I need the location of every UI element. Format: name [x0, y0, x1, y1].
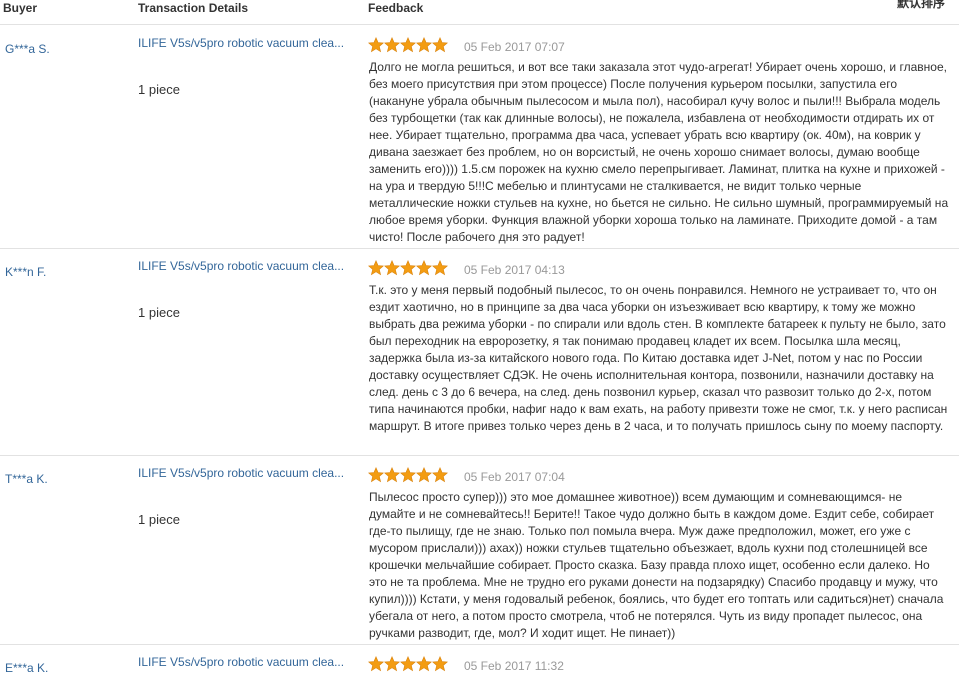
table-header: Buyer Transaction Details Feedback 默认排序 — [0, 0, 959, 25]
star-icon — [400, 467, 416, 483]
sort-default-link[interactable]: 默认排序 — [897, 0, 945, 11]
star-icon — [400, 37, 416, 53]
review-date: 05 Feb 2017 04:13 — [464, 263, 565, 277]
review-row: E***a K. ILIFE V5s/v5pro robotic vacuum c… — [0, 644, 959, 684]
column-header-transaction: Transaction Details — [138, 1, 249, 15]
star-icon — [368, 260, 384, 276]
star-icon — [432, 260, 448, 276]
feedback-text: Т.к. это у меня первый подобный пылесос,… — [369, 283, 948, 433]
star-icon — [432, 467, 448, 483]
star-icon — [416, 260, 432, 276]
star-icon — [384, 260, 400, 276]
review-date: 05 Feb 2017 07:07 — [464, 40, 565, 54]
star-icon — [368, 656, 384, 672]
buyer-name: K***n F. — [5, 265, 47, 279]
star-rating — [368, 260, 448, 276]
quantity: 1 piece — [138, 305, 180, 320]
buyer-name: T***a K. — [5, 472, 48, 486]
column-header-feedback: Feedback — [368, 1, 424, 15]
star-rating — [368, 467, 448, 483]
column-header-buyer: Buyer — [3, 1, 38, 15]
star-icon — [416, 467, 432, 483]
star-icon — [368, 37, 384, 53]
review-row: T***a K. ILIFE V5s/v5pro robotic vacuum c… — [0, 455, 959, 645]
review-date: 05 Feb 2017 07:04 — [464, 470, 565, 484]
star-icon — [384, 656, 400, 672]
buyer-name: E***a K. — [5, 661, 49, 675]
star-rating — [368, 656, 448, 672]
star-icon — [384, 37, 400, 53]
quantity: 1 piece — [138, 82, 180, 97]
product-link[interactable]: ILIFE V5s/v5pro robotic vacuum clea... — [138, 36, 344, 50]
review-row: G***a S. ILIFE V5s/v5pro robotic vacuum c… — [0, 25, 959, 249]
star-rating — [368, 37, 448, 53]
feedback-text: Пылесос просто супер))) это мое домашнее… — [369, 490, 944, 640]
product-link[interactable]: ILIFE V5s/v5pro robotic vacuum clea... — [138, 466, 344, 480]
buyer-name: G***a S. — [5, 42, 50, 56]
star-icon — [400, 656, 416, 672]
feedback-text: Долго не могла решиться, и вот все таки … — [369, 60, 949, 244]
quantity: 1 piece — [138, 512, 180, 527]
review-row: K***n F. ILIFE V5s/v5pro robotic vacuum c… — [0, 248, 959, 456]
star-icon — [416, 37, 432, 53]
star-icon — [416, 656, 432, 672]
star-icon — [400, 260, 416, 276]
product-link[interactable]: ILIFE V5s/v5pro robotic vacuum clea... — [138, 655, 344, 669]
review-date: 05 Feb 2017 11:32 — [464, 659, 564, 673]
product-link[interactable]: ILIFE V5s/v5pro robotic vacuum clea... — [138, 259, 344, 273]
star-icon — [384, 467, 400, 483]
star-icon — [368, 467, 384, 483]
star-icon — [432, 656, 448, 672]
star-icon — [432, 37, 448, 53]
